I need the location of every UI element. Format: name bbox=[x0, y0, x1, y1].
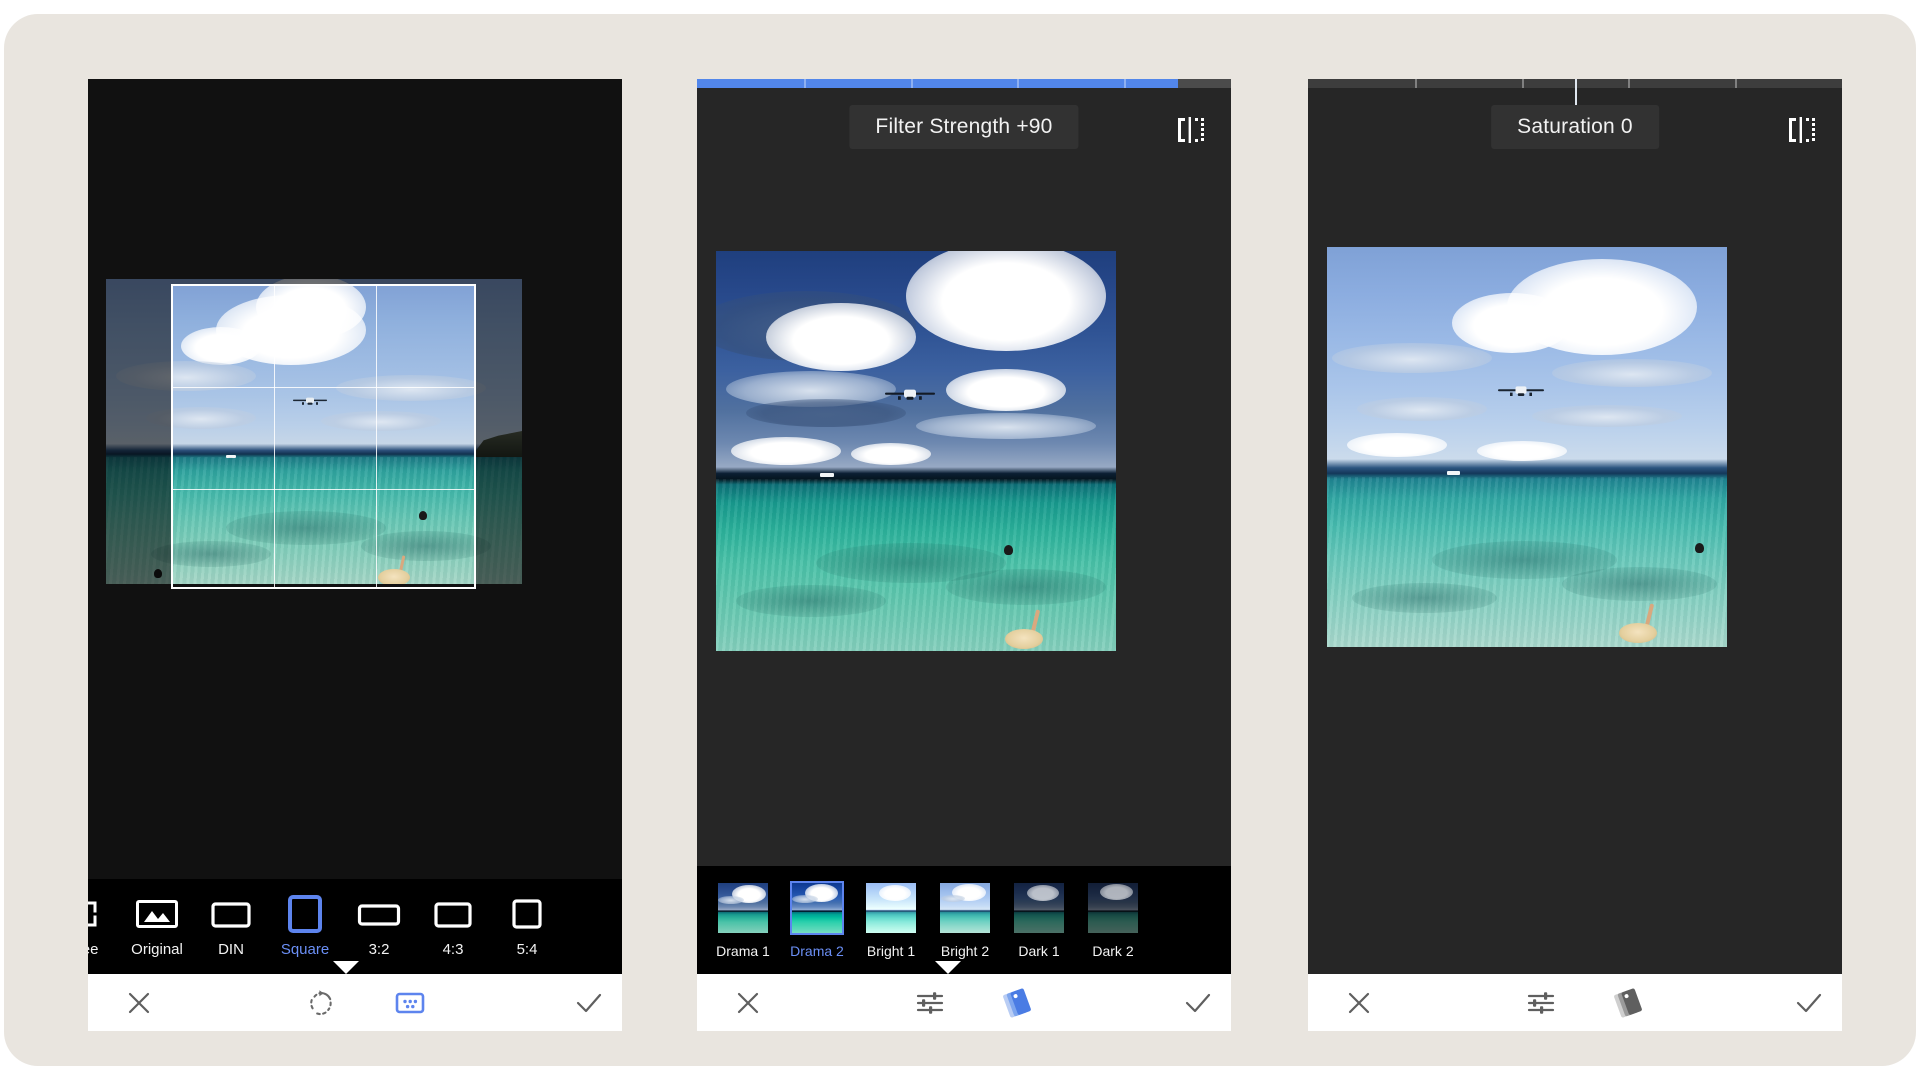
crop-bottom-bar bbox=[88, 974, 622, 1031]
filter-label: Dark 1 bbox=[1018, 943, 1059, 959]
adjust-bottom-bar bbox=[1308, 974, 1842, 1031]
app-card: Free Original DIN bbox=[4, 14, 1916, 1066]
rotate-button[interactable] bbox=[288, 974, 354, 1031]
screenshot-root: Free Original DIN bbox=[0, 0, 1920, 1080]
ratio-label: Free bbox=[88, 941, 98, 958]
filter-item-bright-1[interactable]: Bright 1 bbox=[854, 866, 928, 974]
cancel-button[interactable] bbox=[715, 974, 781, 1031]
ratio-item-original[interactable]: Original bbox=[120, 879, 194, 974]
filter-preview-photo bbox=[716, 251, 1116, 651]
adjust-panel: Saturation 0 bbox=[1308, 79, 1842, 1031]
close-x-icon bbox=[125, 989, 153, 1017]
crop-stage[interactable] bbox=[88, 79, 622, 879]
filter-label: Drama 2 bbox=[790, 943, 844, 959]
filter-stack-icon bbox=[1612, 988, 1644, 1018]
apply-button[interactable] bbox=[556, 974, 622, 1031]
filter-item-drama-2[interactable]: Drama 2 bbox=[780, 866, 854, 974]
ratio-item-5-4[interactable]: 5:4 bbox=[490, 879, 564, 974]
aspect-ratio-icon bbox=[395, 990, 425, 1016]
filter-preset-strip[interactable]: Drama 1 Drama 2 Bright 1 bbox=[697, 866, 1231, 974]
compare-before-after-icon[interactable] bbox=[1784, 113, 1818, 147]
filter-item-drama-1[interactable]: Drama 1 bbox=[706, 866, 780, 974]
free-crop-icon bbox=[88, 896, 99, 932]
adjust-preview-photo bbox=[1327, 247, 1727, 647]
compare-before-after-icon[interactable] bbox=[1173, 113, 1207, 147]
filter-item-dark-2[interactable]: Dark 2 bbox=[1076, 866, 1150, 974]
landscape-rect-icon bbox=[432, 896, 474, 932]
filter-bottom-bar bbox=[697, 974, 1231, 1031]
wide-rect-icon bbox=[357, 896, 401, 932]
filter-strength-value: Filter Strength +90 bbox=[849, 105, 1078, 149]
landscape-rect-icon bbox=[210, 896, 252, 932]
filter-thumbnail bbox=[864, 881, 918, 935]
adjust-header: Saturation 0 bbox=[1308, 105, 1842, 163]
cancel-button[interactable] bbox=[106, 974, 172, 1031]
filter-thumbnail bbox=[716, 881, 770, 935]
filter-thumbnail bbox=[790, 881, 844, 935]
checkmark-icon bbox=[1183, 990, 1213, 1016]
ratio-label: 5:4 bbox=[517, 941, 538, 958]
filter-item-dark-1[interactable]: Dark 1 bbox=[1002, 866, 1076, 974]
filter-label: Bright 2 bbox=[941, 943, 989, 959]
checkmark-icon bbox=[574, 990, 604, 1016]
sliders-icon bbox=[1526, 989, 1556, 1017]
apply-button[interactable] bbox=[1776, 974, 1842, 1031]
ratio-label: 3:2 bbox=[369, 941, 390, 958]
filter-header: Filter Strength +90 bbox=[697, 105, 1231, 163]
filter-thumbnail bbox=[1086, 881, 1140, 935]
adjust-button[interactable] bbox=[1508, 974, 1574, 1031]
cancel-button[interactable] bbox=[1326, 974, 1392, 1031]
apply-button[interactable] bbox=[1165, 974, 1231, 1031]
ratio-label: Square bbox=[281, 941, 329, 958]
presets-button[interactable] bbox=[1596, 974, 1662, 1031]
ratio-label: Original bbox=[131, 941, 183, 958]
adjust-button[interactable] bbox=[897, 974, 963, 1031]
filter-thumbnail bbox=[938, 881, 992, 935]
filter-label: Dark 2 bbox=[1092, 943, 1133, 959]
ratio-item-din[interactable]: DIN bbox=[194, 879, 268, 974]
saturation-track[interactable] bbox=[1308, 79, 1842, 88]
saturation-value: Saturation 0 bbox=[1491, 105, 1659, 149]
ratio-item-free[interactable]: Free bbox=[88, 879, 120, 974]
square-rect-icon bbox=[285, 896, 325, 932]
crop-panel: Free Original DIN bbox=[88, 79, 622, 1031]
crop-selection-photo bbox=[171, 284, 476, 589]
sliders-icon bbox=[915, 989, 945, 1017]
aspect-ratio-button[interactable] bbox=[378, 974, 444, 1031]
filter-label: Bright 1 bbox=[867, 943, 915, 959]
ratio-label: 4:3 bbox=[443, 941, 464, 958]
aspect-ratio-strip[interactable]: Free Original DIN bbox=[88, 879, 622, 974]
ratio-label: DIN bbox=[218, 941, 244, 958]
filter-panel: Filter Strength +90 bbox=[697, 79, 1231, 1031]
filter-strength-track[interactable] bbox=[697, 79, 1231, 88]
airplane-icon bbox=[1497, 383, 1545, 399]
tall-rect-icon bbox=[508, 896, 546, 932]
rotate-cw-icon bbox=[307, 989, 335, 1017]
track-fill bbox=[697, 79, 1178, 88]
ratio-item-4-3[interactable]: 4:3 bbox=[416, 879, 490, 974]
ratio-item-3-2[interactable]: 3:2 bbox=[342, 879, 416, 974]
filter-thumbnail bbox=[1012, 881, 1066, 935]
filter-label: Drama 1 bbox=[716, 943, 770, 959]
airplane-icon bbox=[884, 386, 936, 403]
presets-button[interactable] bbox=[985, 974, 1051, 1031]
ratio-item-square[interactable]: Square bbox=[268, 879, 342, 974]
filter-item-bright-2[interactable]: Bright 2 bbox=[928, 866, 1002, 974]
close-x-icon bbox=[1345, 989, 1373, 1017]
filter-stack-icon bbox=[1001, 988, 1033, 1018]
close-x-icon bbox=[734, 989, 762, 1017]
original-image-icon bbox=[136, 896, 178, 932]
active-tool-caret bbox=[333, 961, 359, 974]
checkmark-icon bbox=[1794, 990, 1824, 1016]
active-tool-caret bbox=[935, 961, 961, 974]
